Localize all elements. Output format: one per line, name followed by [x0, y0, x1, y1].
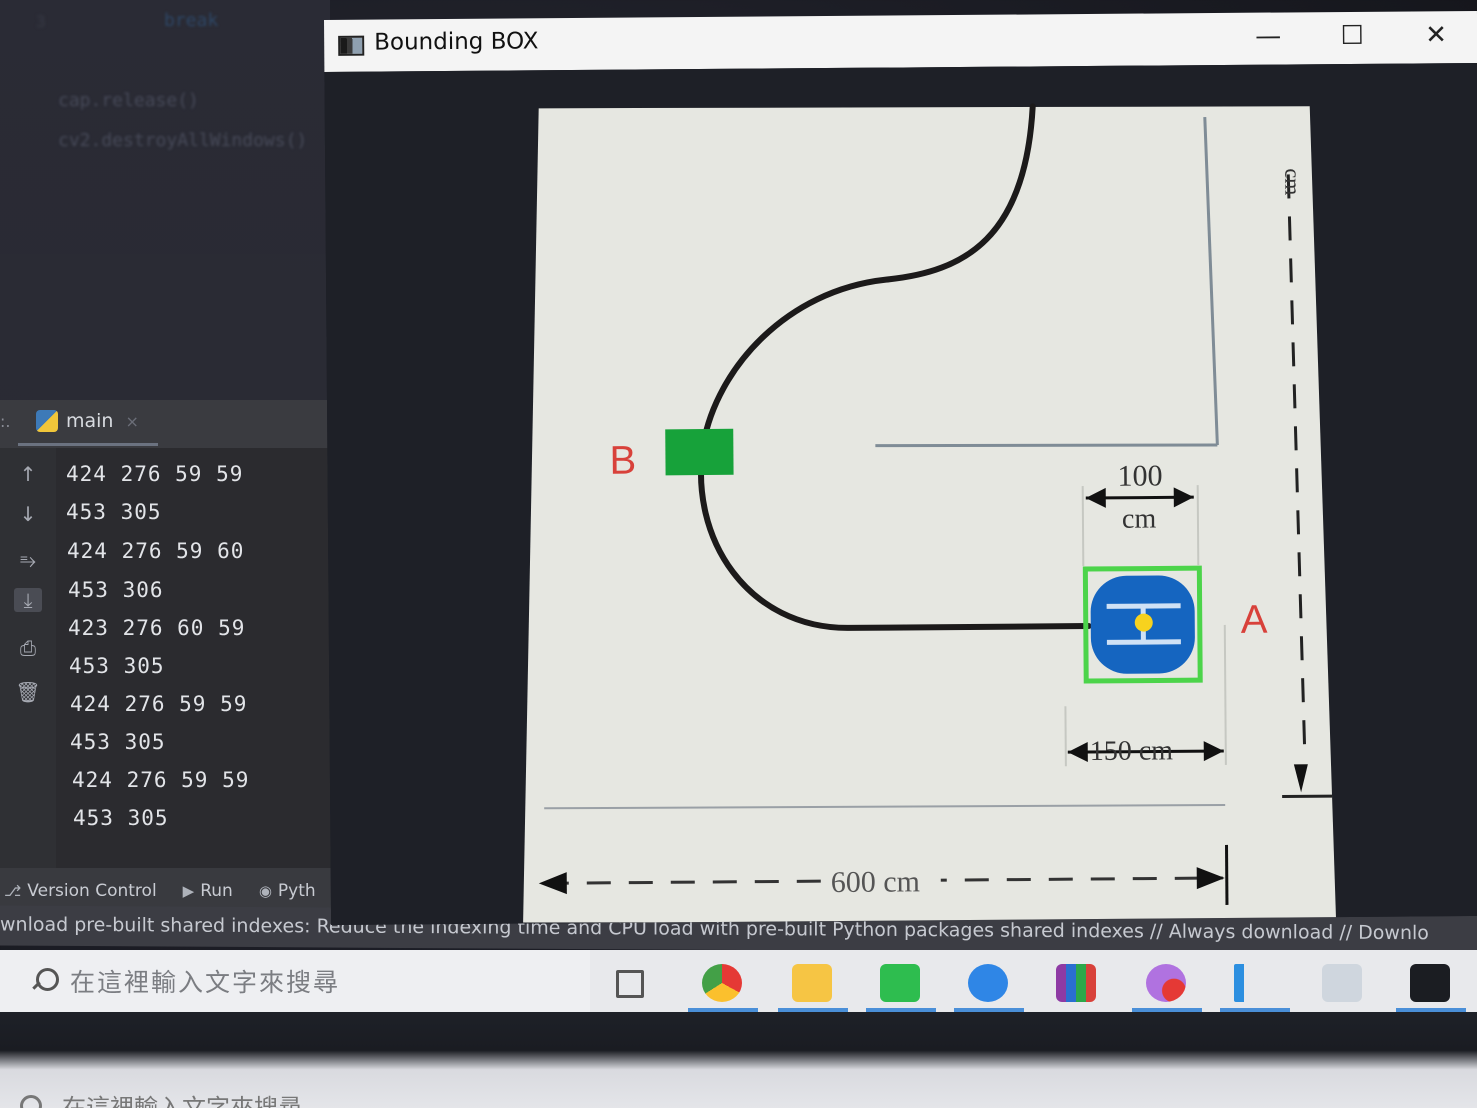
tab-version-control[interactable]: ⎇ Version Control [4, 881, 157, 901]
monitor-bezel: 在這裡輸入文字來搜尋 [0, 1012, 1477, 1108]
dim-600: 600 cm [831, 865, 920, 899]
close-icon[interactable]: × [125, 412, 138, 431]
terminal-icon[interactable] [1410, 964, 1450, 1002]
file-explorer-icon[interactable] [792, 964, 832, 1002]
soft-wrap-icon[interactable]: ⥱ [14, 548, 42, 572]
label-a: A [1241, 598, 1268, 642]
code-line: break [164, 10, 219, 31]
notepad-icon[interactable] [1322, 964, 1362, 1002]
python-packages-icon: ◉ [258, 882, 272, 900]
arrow-up-icon[interactable]: ↑ [14, 462, 42, 486]
tab-run-label: Run [200, 881, 233, 901]
code-editor[interactable]: 3 break cap.release() cv2.destroyAllWind… [0, 0, 330, 400]
search-icon [30, 968, 59, 994]
console-line: 453 306 [68, 578, 164, 602]
arrow-down-icon[interactable]: ↓ [14, 502, 42, 526]
tab-main[interactable]: main × [36, 410, 139, 432]
run-tool-window: :. main × ↑ ↓ ⥱ ⤓ ⎙ 🗑 424 276 59 59 453 … [0, 400, 332, 870]
run-toolbar: ↑ ↓ ⥱ ⤓ ⎙ 🗑 [0, 448, 56, 868]
taskbar-search[interactable]: 在這裡輸入文字來搜尋 [0, 950, 590, 1012]
reflected-search-text: 在這裡輸入文字來搜尋 [62, 1094, 302, 1108]
close-button[interactable]: ✕ [1416, 17, 1456, 53]
tab-main-label: main [66, 410, 114, 432]
run-icon: ▶ [182, 882, 195, 900]
center-point [1134, 613, 1153, 632]
code-line: cv2.destroyAllWindows() [58, 130, 308, 151]
taskbar-apps [600, 950, 1477, 1012]
windows-taskbar: 在這裡輸入文字來搜尋 [0, 950, 1477, 1012]
tab-run[interactable]: ▶ Run [183, 881, 233, 901]
print-icon[interactable]: ⎙ [14, 636, 42, 660]
maximize-button[interactable]: ☐ [1332, 18, 1372, 54]
tab-version-control-label: Version Control [27, 881, 157, 901]
dim-100-unit: cm [1122, 503, 1157, 534]
run-header: :. main × [0, 400, 332, 448]
paper-sheet [523, 106, 1337, 923]
signal-icon[interactable] [968, 964, 1008, 1002]
console-line: 424 276 59 59 [72, 768, 250, 792]
line-gutter: 3 [36, 12, 46, 31]
minimize-button[interactable]: — [1248, 18, 1288, 54]
video-frame: B A 100 cm 150 cm 600 cm cm [324, 62, 1477, 925]
bounding-box-window[interactable]: Bounding BOX — ☐ ✕ B A 100 cm 150 cm 600… [324, 10, 1477, 925]
console-line: 424 276 59 59 [66, 462, 244, 486]
console-line: 424 276 59 60 [67, 539, 245, 563]
tab-python-packages[interactable]: ◉ Pyth [259, 881, 316, 901]
winrar-icon[interactable] [1056, 964, 1096, 1002]
console-output[interactable]: 424 276 59 59 453 305 424 276 59 60 453 … [60, 458, 330, 858]
code-line: cap.release() [58, 90, 199, 111]
reflected-search: 在這裡輸入文字來搜尋 [20, 1088, 302, 1108]
console-line: 453 305 [69, 654, 165, 678]
console-line: 453 305 [70, 730, 166, 754]
console-line: 423 276 60 59 [68, 616, 246, 640]
tab-python-packages-label: Pyth [277, 881, 316, 901]
target-marker-b [665, 428, 734, 476]
search-placeholder: 在這裡輸入文字來搜尋 [70, 968, 341, 997]
version-control-icon: ⎇ [4, 882, 22, 900]
line-icon[interactable] [880, 964, 920, 1002]
messenger-icon[interactable] [1146, 964, 1186, 1002]
dim-vertical-unit: cm [1280, 168, 1305, 195]
python-icon [36, 410, 58, 432]
chrome-icon[interactable] [702, 964, 742, 1002]
opencv-window-icon [338, 35, 365, 56]
dim-150: 150 cm [1090, 735, 1174, 767]
active-tab-indicator [18, 443, 158, 446]
console-line: 424 276 59 59 [70, 692, 248, 716]
dim-100-value: 100 [1117, 459, 1162, 492]
vscode-icon[interactable] [1234, 964, 1274, 1002]
console-line: 453 305 [73, 806, 169, 830]
run-header-prefix: :. [0, 412, 11, 431]
trash-icon[interactable]: 🗑 [14, 680, 42, 704]
task-view-icon[interactable] [616, 970, 644, 998]
window-title: Bounding BOX [374, 28, 539, 56]
console-line: 453 305 [66, 500, 162, 524]
window-titlebar[interactable]: Bounding BOX — ☐ ✕ [324, 10, 1477, 72]
search-icon [20, 1094, 42, 1108]
track-image: B A 100 cm 150 cm 600 cm cm [523, 103, 1337, 923]
scroll-to-end-icon[interactable]: ⤓ [14, 588, 42, 612]
label-b: B [609, 439, 636, 483]
